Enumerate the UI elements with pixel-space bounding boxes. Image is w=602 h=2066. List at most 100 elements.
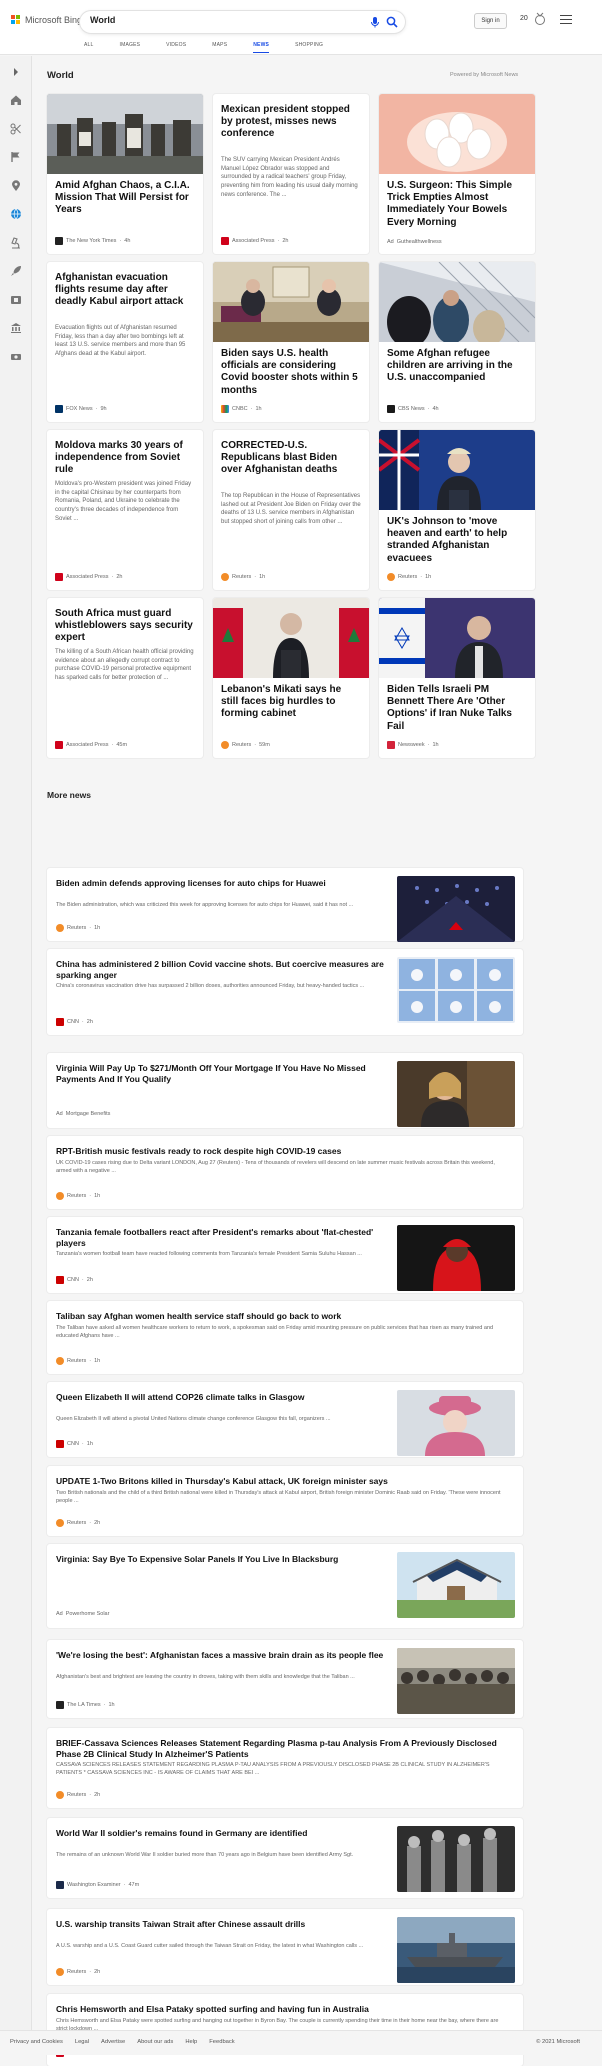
footer-link-help[interactable]: Help (185, 2039, 197, 2045)
more-news-title[interactable]: Biden admin defends approving licenses f… (56, 878, 386, 889)
nyt-logo-icon (55, 237, 63, 245)
bank-icon[interactable] (10, 322, 22, 334)
footer-link-about-ads[interactable]: About our ads (137, 2039, 173, 2045)
more-news-title[interactable]: UPDATE 1-Two Britons killed in Thursday'… (56, 1476, 511, 1487)
news-card[interactable]: UK's Johnson to 'move heaven and earth' … (379, 430, 535, 590)
more-news-title[interactable]: China has administered 2 billion Covid v… (56, 959, 386, 981)
news-card-title[interactable]: Biden says U.S. health officials are con… (221, 348, 361, 397)
cnbc-logo-icon (221, 405, 229, 413)
news-card-title[interactable]: Lebanon's Mikati says he still faces big… (221, 684, 361, 721)
location-pin-icon[interactable] (10, 180, 22, 192)
search-input[interactable] (90, 15, 340, 25)
news-card-title[interactable]: Some Afghan refugee children are arrivin… (387, 348, 527, 385)
scissors-icon[interactable] (10, 123, 22, 135)
more-news-title[interactable]: BRIEF-Cassava Sciences Releases Statemen… (56, 1738, 511, 1760)
more-news-row[interactable]: UPDATE 1-Two Britons killed in Thursday'… (47, 1466, 523, 1536)
film-icon[interactable] (10, 294, 22, 306)
more-news-title[interactable]: RPT-British music festivals ready to roc… (56, 1146, 511, 1157)
more-news-title[interactable]: U.S. warship transits Taiwan Strait afte… (56, 1919, 386, 1930)
globe-icon[interactable] (10, 208, 22, 220)
footer-link-privacy[interactable]: Privacy and Cookies (10, 2039, 63, 2045)
more-news-source: Washington Examiner · 47m (56, 1881, 139, 1889)
expand-arrow-icon[interactable] (10, 66, 22, 78)
news-card-title[interactable]: South Africa must guard whistleblowers s… (55, 608, 195, 645)
news-card-source: Reuters · 59m (221, 741, 270, 749)
more-news-row[interactable]: China has administered 2 billion Covid v… (47, 949, 523, 1035)
news-card-source: Newsweek · 1h (387, 741, 439, 749)
more-news-row[interactable]: Virginia: Say Bye To Expensive Solar Pan… (47, 1544, 523, 1628)
news-card-title[interactable]: Amid Afghan Chaos, a C.I.A. Mission That… (55, 180, 195, 217)
home-icon[interactable] (10, 94, 22, 106)
news-card-title[interactable]: Moldova marks 30 years of independence f… (55, 440, 195, 477)
more-news-title[interactable]: 'We're losing the best': Afghanistan fac… (56, 1650, 386, 1661)
tab-shopping[interactable]: SHOPPING (295, 42, 323, 53)
more-news-snippet: Two British nationals and the child of a… (56, 1490, 501, 1504)
news-card-title[interactable]: Mexican president stopped by protest, mi… (221, 104, 361, 141)
rewards-points[interactable]: 20 (520, 15, 528, 22)
footer-link-advertise[interactable]: Advertise (101, 2039, 125, 2045)
bing-logo[interactable]: Microsoft Bing (11, 15, 82, 25)
more-news-row[interactable]: 'We're losing the best': Afghanistan fac… (47, 1640, 523, 1718)
more-news-source: The LA Times · 1h (56, 1701, 115, 1709)
flag-icon[interactable] (10, 151, 22, 163)
hamburger-menu-icon[interactable] (560, 15, 572, 25)
news-card-image (379, 262, 535, 342)
more-news-row[interactable]: Tanzania female footballers react after … (47, 1217, 523, 1293)
news-card-title[interactable]: Biden Tells Israeli PM Bennett There Are… (387, 684, 527, 733)
search-icon[interactable] (386, 16, 398, 28)
more-news-title[interactable]: Chris Hemsworth and Elsa Pataky spotted … (56, 2004, 511, 2015)
more-news-row[interactable]: Taliban say Afghan women health service … (47, 1301, 523, 1374)
rocket-icon[interactable] (10, 265, 22, 277)
news-card[interactable]: South Africa must guard whistleblowers s… (47, 598, 203, 758)
news-card-source: Reuters · 1h (387, 573, 431, 581)
news-card-title[interactable]: Afghanistan evacuation flights resume da… (55, 272, 195, 309)
news-card-image (47, 94, 203, 174)
news-card[interactable]: Biden Tells Israeli PM Bennett There Are… (379, 598, 535, 758)
more-news-row[interactable]: U.S. warship transits Taiwan Strait afte… (47, 1909, 523, 1985)
news-card-title[interactable]: UK's Johnson to 'move heaven and earth' … (387, 516, 527, 565)
fox-logo-icon (55, 405, 63, 413)
news-card[interactable]: Moldova marks 30 years of independence f… (47, 430, 203, 590)
news-card[interactable]: Afghanistan evacuation flights resume da… (47, 262, 203, 422)
more-news-title[interactable]: Tanzania female footballers react after … (56, 1227, 386, 1249)
news-card[interactable]: Some Afghan refugee children are arrivin… (379, 262, 535, 422)
news-card-title[interactable]: CORRECTED-U.S. Republicans blast Biden o… (221, 440, 361, 477)
mic-icon[interactable] (369, 16, 381, 28)
news-card[interactable]: U.S. Surgeon: This Simple Trick Empties … (379, 94, 535, 254)
footer-link-legal[interactable]: Legal (75, 2039, 89, 2045)
rewards-medal-icon[interactable] (534, 12, 546, 26)
more-news-row[interactable]: Queen Elizabeth II will attend COP26 cli… (47, 1382, 523, 1457)
more-news-row[interactable]: Biden admin defends approving licenses f… (47, 868, 523, 942)
more-news-title[interactable]: Virginia Will Pay Up To $271/Month Off Y… (56, 1063, 386, 1085)
category-sidebar (0, 56, 32, 2055)
more-news-row[interactable]: Virginia Will Pay Up To $271/Month Off Y… (47, 1053, 523, 1128)
more-news-source: Reuters · 2h (56, 1968, 100, 1976)
tab-news[interactable]: NEWS (253, 42, 270, 53)
news-card[interactable]: Biden says U.S. health officials are con… (213, 262, 369, 422)
more-news-row[interactable]: RPT-British music festivals ready to roc… (47, 1136, 523, 1209)
news-card-title[interactable]: U.S. Surgeon: This Simple Trick Empties … (387, 180, 527, 229)
footer-link-feedback[interactable]: Feedback (209, 2039, 234, 2045)
more-news-row[interactable]: BRIEF-Cassava Sciences Releases Statemen… (47, 1728, 523, 1808)
money-icon[interactable] (10, 351, 22, 363)
tab-images[interactable]: IMAGES (120, 42, 141, 53)
news-card[interactable]: CORRECTED-U.S. Republicans blast Biden o… (213, 430, 369, 590)
more-news-row[interactable]: World War II soldier's remains found in … (47, 1818, 523, 1898)
tab-videos[interactable]: VIDEOS (166, 42, 186, 53)
tab-maps[interactable]: MAPS (212, 42, 227, 53)
news-card[interactable]: Mexican president stopped by protest, mi… (213, 94, 369, 254)
ad-label: Ad (387, 239, 394, 245)
news-card-image (379, 430, 535, 510)
more-news-title[interactable]: Taliban say Afghan women health service … (56, 1311, 511, 1322)
ad-label: Ad (56, 1611, 63, 1617)
tab-all[interactable]: ALL (84, 42, 94, 53)
microscope-icon[interactable] (10, 237, 22, 249)
more-news-title[interactable]: World War II soldier's remains found in … (56, 1828, 386, 1839)
news-card[interactable]: Amid Afghan Chaos, a C.I.A. Mission That… (47, 94, 203, 254)
news-card[interactable]: Lebanon's Mikati says he still faces big… (213, 598, 369, 758)
more-news-title[interactable]: Virginia: Say Bye To Expensive Solar Pan… (56, 1554, 386, 1565)
more-news-source: Ad Powerhome Solar (56, 1611, 110, 1617)
more-news-title[interactable]: Queen Elizabeth II will attend COP26 cli… (56, 1392, 386, 1403)
sign-in-button[interactable]: Sign in (474, 13, 507, 29)
section-heading-more-news: More news (47, 790, 91, 800)
